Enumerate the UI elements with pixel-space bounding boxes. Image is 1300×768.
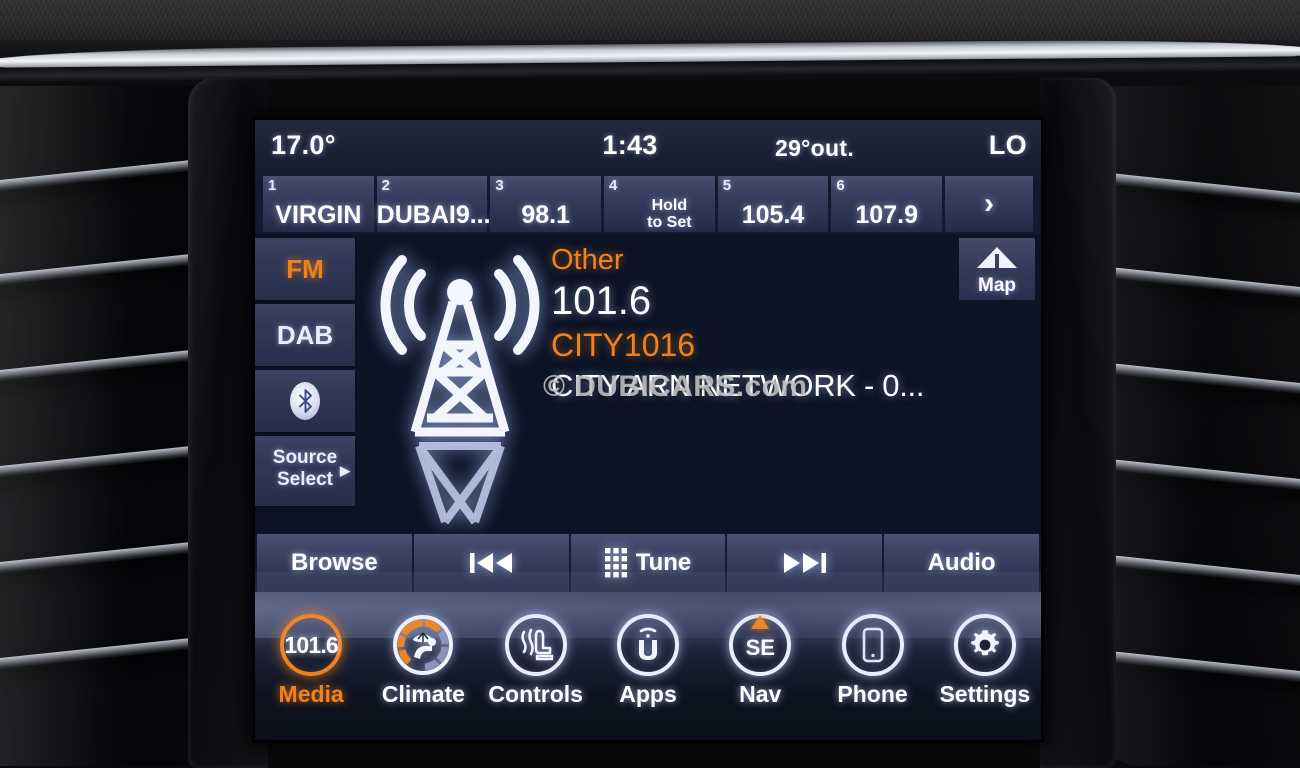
screen-bezel-right [1040, 78, 1116, 768]
tune-label: Tune [636, 549, 692, 577]
nav-item-phone[interactable]: Phone [816, 614, 928, 740]
nav-item-apps[interactable]: Apps [592, 614, 704, 740]
station-call-sign: CITY1016 [551, 324, 1021, 366]
cabin-temperature: 17.0° [271, 130, 336, 161]
nav-label-phone: Phone [816, 681, 928, 708]
nav-item-settings[interactable]: Settings [929, 614, 1041, 740]
preset-value: Hold to Set [626, 197, 713, 231]
preset-number: 6 [836, 177, 844, 194]
gear-icon [954, 614, 1016, 676]
now-playing-info: Other 101.6 CITY1016 CITY ARN NETWORK - … [551, 244, 1021, 406]
station-frequency: 101.6 [551, 278, 1021, 324]
chevron-right-icon: › [984, 187, 994, 221]
preset-number: 5 [723, 177, 731, 194]
fan-mode-indicator: LO [989, 130, 1027, 161]
dashboard-surround: 17.0° 1:43 29°out. LO 1 VIRGIN 2 DUBAI9.… [0, 0, 1300, 760]
next-track-button[interactable] [727, 534, 882, 592]
browse-button[interactable]: Browse [257, 534, 412, 592]
audio-label: Audio [928, 549, 996, 577]
source-dab-label: DAB [277, 320, 333, 350]
preset-value: 98.1 [490, 201, 601, 230]
nav-item-media[interactable]: 101.6 Media [255, 614, 367, 740]
media-frequency-icon: 101.6 [280, 614, 342, 676]
preset-button-2[interactable]: 2 DUBAI9... [377, 176, 488, 232]
preset-number: 2 [382, 177, 390, 194]
next-track-icon [783, 550, 827, 576]
source-button-fm[interactable]: FM [255, 238, 355, 300]
preset-value-line2: to Set [626, 214, 713, 231]
preset-button-4[interactable]: 4 Hold to Set [604, 176, 715, 232]
nav-item-controls[interactable]: Controls [480, 614, 592, 740]
compass-north-badge-icon [751, 615, 769, 629]
source-button-bluetooth[interactable] [255, 370, 355, 432]
preset-button-6[interactable]: 6 107.9 [831, 176, 942, 232]
preset-bar: 1 VIRGIN 2 DUBAI9... 3 98.1 4 Hold to Se… [263, 176, 1033, 232]
media-frequency-value: 101.6 [284, 632, 338, 659]
climate-fan-seat-icon [392, 614, 454, 676]
compass-se-icon: SE [729, 614, 791, 676]
dashboard-pad [0, 0, 1300, 40]
infotainment-screen[interactable]: 17.0° 1:43 29°out. LO 1 VIRGIN 2 DUBAI9.… [255, 120, 1041, 740]
phone-icon [842, 614, 904, 676]
source-rail: FM DAB Source Select [255, 234, 360, 534]
nav-item-nav[interactable]: SE Nav [704, 614, 816, 740]
transport-bar: Browse Tune [255, 534, 1041, 592]
preset-button-5[interactable]: 5 105.4 [718, 176, 829, 232]
nav-label-nav: Nav [704, 681, 816, 708]
source-select-line2: Select [277, 469, 333, 490]
media-panel: FM DAB Source Select [255, 234, 1041, 534]
source-fm-label: FM [286, 254, 324, 284]
radio-tower-icon [375, 240, 545, 530]
nav-label-apps: Apps [592, 681, 704, 708]
bluetooth-icon [290, 382, 320, 420]
source-select-line1: Source [273, 447, 337, 468]
nav-item-climate[interactable]: Climate [367, 614, 479, 740]
previous-track-button[interactable] [414, 534, 569, 592]
compass-heading-value: SE [746, 635, 775, 661]
preset-value-line1: Hold [626, 197, 713, 214]
chevron-right-icon: ▶ [340, 460, 350, 482]
keypad-icon [605, 548, 627, 578]
outside-temperature: 29°out. [775, 135, 854, 162]
preset-value: VIRGIN [263, 201, 374, 230]
station-radio-text: CITY ARN NETWORK - 0... [551, 366, 1021, 406]
preset-button-3[interactable]: 3 98.1 [490, 176, 601, 232]
preset-value: DUBAI9... [377, 201, 488, 230]
preset-number: 3 [495, 177, 503, 194]
bottom-nav-bar: 101.6 Media [255, 592, 1041, 740]
source-button-dab[interactable]: DAB [255, 304, 355, 366]
nav-label-controls: Controls [480, 681, 592, 708]
heated-seat-icon [505, 614, 567, 676]
preset-number: 4 [609, 177, 617, 194]
clock: 1:43 [602, 130, 657, 161]
audio-settings-button[interactable]: Audio [884, 534, 1039, 592]
preset-number: 1 [268, 177, 276, 194]
station-genre: Other [551, 244, 1021, 277]
browse-label: Browse [291, 549, 378, 577]
presets-next-page-button[interactable]: › [945, 176, 1033, 232]
status-bar: 17.0° 1:43 29°out. LO [255, 120, 1041, 174]
preset-value: 105.4 [718, 201, 829, 230]
tune-button[interactable]: Tune [571, 534, 726, 592]
uconnect-u-icon [617, 614, 679, 676]
nav-label-settings: Settings [929, 681, 1041, 708]
source-select-button[interactable]: Source Select ▶ [255, 436, 355, 506]
preset-value: 107.9 [831, 201, 942, 230]
nav-label-climate: Climate [367, 681, 479, 708]
previous-track-icon [469, 550, 513, 576]
nav-label-media: Media [255, 681, 367, 708]
preset-button-1[interactable]: 1 VIRGIN [263, 176, 374, 232]
